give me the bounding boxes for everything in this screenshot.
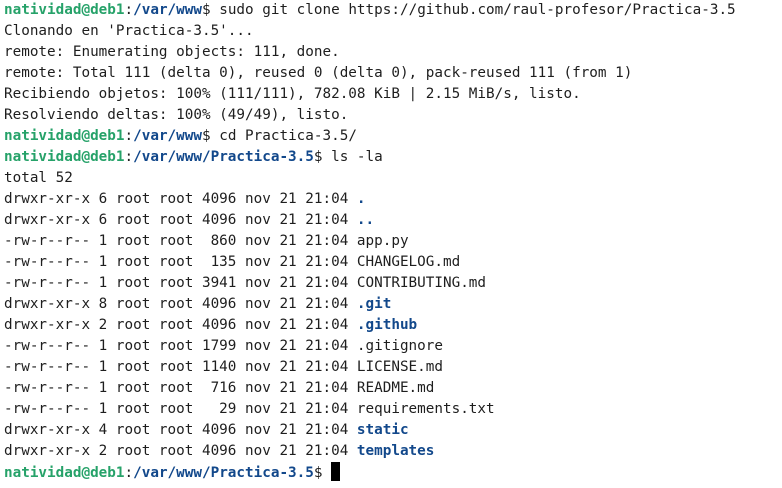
command-text: cd Practica-3.5/ (210, 128, 357, 144)
prompt-path: /var/www (133, 2, 202, 18)
listing-row: -rw-r--r-- 1 root root 716 nov 21 21:04 … (4, 378, 782, 399)
listing-row: -rw-r--r-- 1 root root 860 nov 21 21:04 … (4, 231, 782, 252)
prompt-user-host: natividad@deb1 (4, 128, 125, 144)
prompt-path: /var/www (133, 128, 202, 144)
listing-row: -rw-r--r-- 1 root root 3941 nov 21 21:04… (4, 273, 782, 294)
listing-meta: drwxr-xr-x 4 root root 4096 nov 21 21:04 (4, 422, 357, 438)
listing-row: drwxr-xr-x 4 root root 4096 nov 21 21:04… (4, 420, 782, 441)
listing-row: drwxr-xr-x 6 root root 4096 nov 21 21:04… (4, 210, 782, 231)
prompt-user-host: natividad@deb1 (4, 2, 125, 18)
prompt-line: natividad@deb1:/var/www$ cd Practica-3.5… (4, 126, 782, 147)
listing-dir-name: static (356, 422, 409, 438)
listing-row: drwxr-xr-x 2 root root 4096 nov 21 21:04… (4, 441, 782, 462)
terminal-window[interactable]: natividad@deb1:/var/www$ sudo git clone … (0, 0, 782, 488)
listing-row: drwxr-xr-x 8 root root 4096 nov 21 21:04… (4, 294, 782, 315)
listing-meta: -rw-r--r-- 1 root root 29 nov 21 21:04 (4, 401, 357, 417)
listing-meta: drwxr-xr-x 2 root root 4096 nov 21 21:04 (4, 443, 357, 459)
listing-row: -rw-r--r-- 1 root root 29 nov 21 21:04 r… (4, 399, 782, 420)
prompt-user-host: natividad@deb1 (4, 465, 125, 481)
listing-row: drwxr-xr-x 6 root root 4096 nov 21 21:04… (4, 189, 782, 210)
prompt-user-host: natividad@deb1 (4, 149, 125, 165)
listing-meta: -rw-r--r-- 1 root root 716 nov 21 21:04 (4, 380, 357, 396)
listing-file-name: CHANGELOG.md (356, 254, 461, 270)
prompt-line: natividad@deb1:/var/www/Practica-3.5$ (4, 462, 782, 483)
listing-dir-name: .github (356, 317, 418, 333)
prompt-path: /var/www/Practica-3.5 (133, 149, 314, 165)
listing-file-name: README.md (356, 380, 435, 396)
prompt-dollar: $ (202, 2, 211, 18)
listing-meta: -rw-r--r-- 1 root root 135 nov 21 21:04 (4, 254, 357, 270)
output-line: remote: Enumerating objects: 111, done. (4, 42, 782, 63)
prompt-separator: : (124, 128, 134, 144)
output-line: remote: Total 111 (delta 0), reused 0 (d… (4, 63, 782, 84)
prompt-dollar: $ (313, 465, 323, 481)
prompt-dollar: $ (202, 128, 211, 144)
listing-dir-name: templates (356, 443, 435, 459)
prompt-separator: : (124, 2, 134, 18)
listing-meta: drwxr-xr-x 8 root root 4096 nov 21 21:04 (4, 296, 357, 312)
prompt-path: /var/www/Practica-3.5 (133, 465, 314, 481)
listing-meta: drwxr-xr-x 6 root root 4096 nov 21 21:04 (4, 191, 357, 207)
listing-meta: -rw-r--r-- 1 root root 1140 nov 21 21:04 (4, 359, 357, 375)
output-line: total 52 (4, 168, 782, 189)
listing-row: drwxr-xr-x 2 root root 4096 nov 21 21:04… (4, 315, 782, 336)
prompt-dollar: $ (313, 149, 323, 165)
listing-file-name: CONTRIBUTING.md (356, 275, 487, 291)
listing-meta: -rw-r--r-- 1 root root 1799 nov 21 21:04 (4, 338, 357, 354)
prompt-line: natividad@deb1:/var/www$ sudo git clone … (4, 0, 782, 21)
listing-dir-name: .. (356, 212, 375, 228)
listing-row: -rw-r--r-- 1 root root 1799 nov 21 21:04… (4, 336, 782, 357)
prompt-separator: : (124, 465, 134, 481)
prompt-line: natividad@deb1:/var/www/Practica-3.5$ ls… (4, 147, 782, 168)
listing-dir-name: .git (356, 296, 392, 312)
listing-file-name: LICENSE.md (356, 359, 443, 375)
command-text: ls -la (322, 149, 383, 165)
output-line: Resolviendo deltas: 100% (49/49), listo. (4, 105, 782, 126)
listing-row: -rw-r--r-- 1 root root 1140 nov 21 21:04… (4, 357, 782, 378)
command-text (323, 465, 332, 481)
listing-dir-name: . (356, 191, 366, 207)
listing-meta: drwxr-xr-x 6 root root 4096 nov 21 21:04 (4, 212, 357, 228)
listing-file-name: .gitignore (356, 338, 443, 354)
text-cursor (331, 462, 341, 481)
prompt-separator: : (124, 149, 134, 165)
output-text: Recibiendo objetos: 100% (111/111), 782.… (4, 86, 581, 102)
output-line: Clonando en 'Practica-3.5'... (4, 21, 782, 42)
output-text: Resolviendo deltas: 100% (49/49), listo. (4, 107, 349, 123)
output-line: Recibiendo objetos: 100% (111/111), 782.… (4, 84, 782, 105)
listing-file-name: requirements.txt (356, 401, 495, 417)
listing-meta: -rw-r--r-- 1 root root 860 nov 21 21:04 (4, 233, 357, 249)
listing-meta: drwxr-xr-x 2 root root 4096 nov 21 21:04 (4, 317, 357, 333)
output-text: total 52 (4, 170, 73, 186)
output-text: remote: Total 111 (delta 0), reused 0 (d… (4, 65, 633, 81)
command-text: sudo git clone https://github.com/raul-p… (210, 2, 736, 18)
listing-row: -rw-r--r-- 1 root root 135 nov 21 21:04 … (4, 252, 782, 273)
output-text: remote: Enumerating objects: 111, done. (4, 44, 340, 60)
listing-meta: -rw-r--r-- 1 root root 3941 nov 21 21:04 (4, 275, 357, 291)
listing-file-name: app.py (356, 233, 409, 249)
output-text: Clonando en 'Practica-3.5'... (4, 23, 254, 39)
